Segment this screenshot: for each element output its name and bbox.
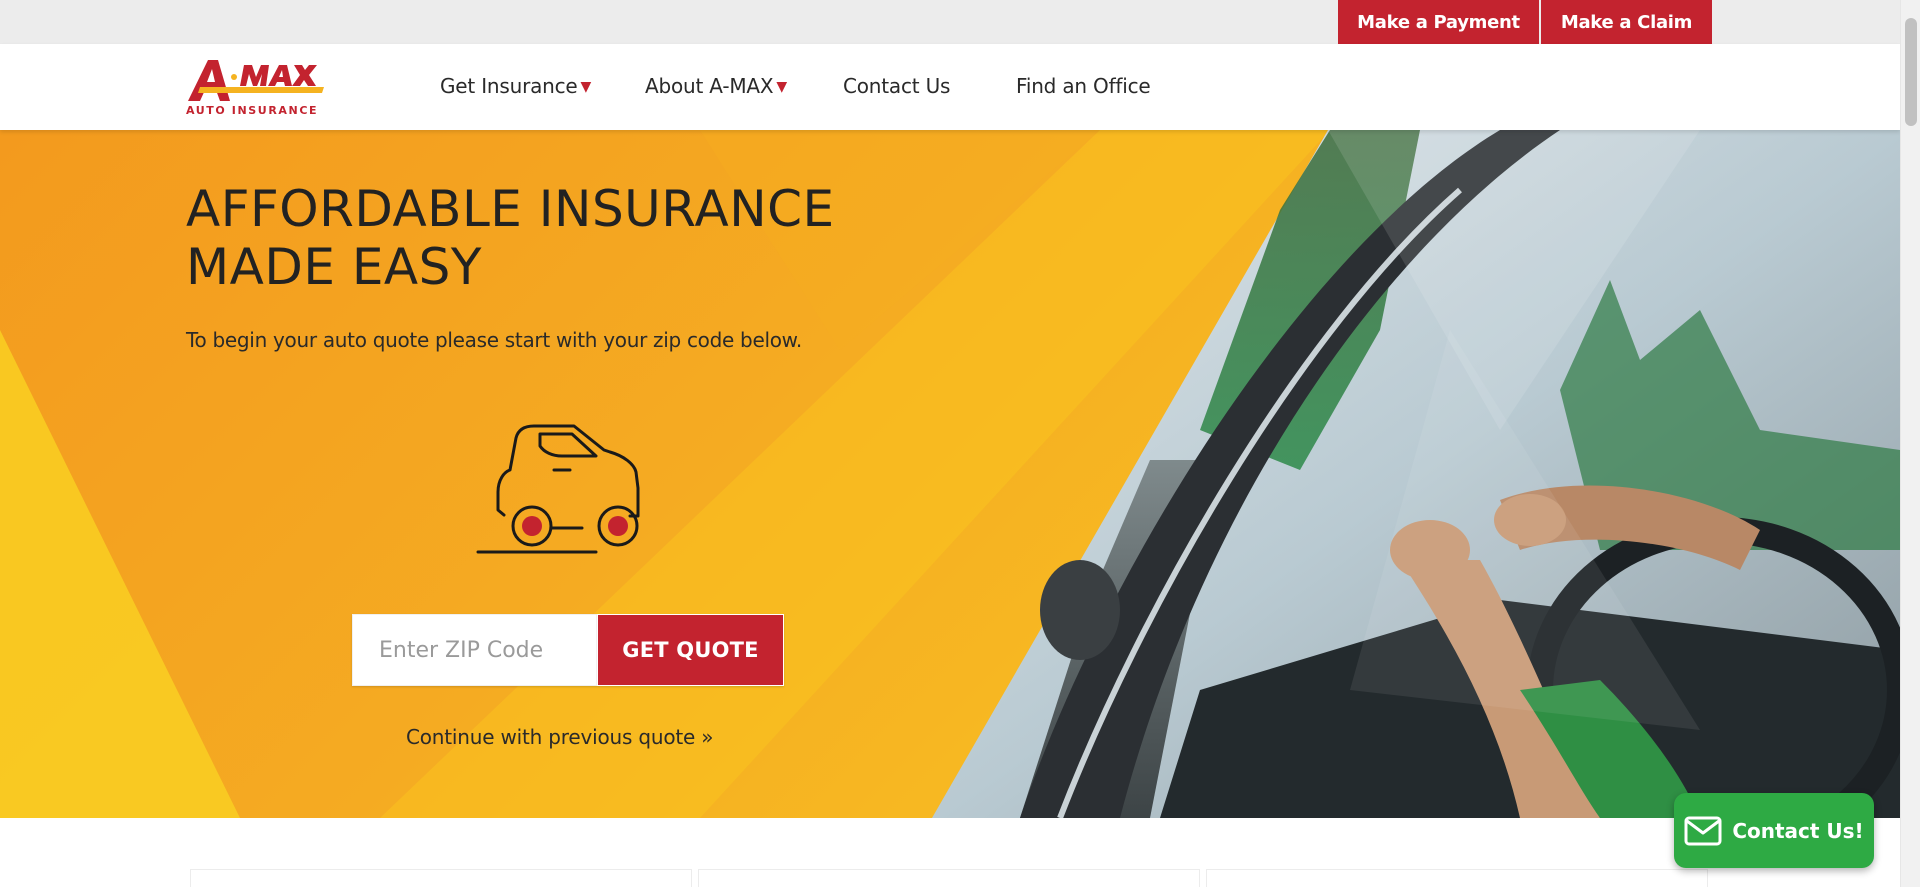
hero-title-line2: MADE EASY bbox=[186, 238, 482, 296]
scrollbar-thumb[interactable] bbox=[1905, 18, 1917, 126]
nav-find-office[interactable]: Find an Office bbox=[1016, 74, 1151, 98]
nav-get-insurance-label: Get Insurance bbox=[440, 74, 578, 98]
hero-title: AFFORDABLE INSURANCE MADE EASY bbox=[186, 180, 835, 296]
amax-logo[interactable]: AUTO INSURANCE bbox=[186, 57, 326, 119]
feature-card bbox=[190, 869, 692, 887]
hero-section: AFFORDABLE INSURANCE MADE EASY To begin … bbox=[0, 130, 1900, 818]
page-scrollbar[interactable] bbox=[1900, 0, 1920, 887]
make-claim-button[interactable]: Make a Claim bbox=[1541, 0, 1712, 44]
feature-card bbox=[1206, 869, 1708, 887]
get-quote-button[interactable]: GET QUOTE bbox=[597, 614, 784, 686]
utility-bar: Make a Payment Make a Claim bbox=[0, 0, 1900, 44]
continue-previous-quote-link[interactable]: Continue with previous quote » bbox=[406, 725, 713, 749]
feature-card bbox=[698, 869, 1200, 887]
caret-down-icon: ▼ bbox=[776, 79, 787, 95]
make-payment-button[interactable]: Make a Payment bbox=[1338, 0, 1539, 44]
contact-us-float-button[interactable]: Contact Us! bbox=[1674, 793, 1874, 868]
hero-title-line1: AFFORDABLE INSURANCE bbox=[186, 180, 835, 238]
zip-quote-form: GET QUOTE bbox=[352, 614, 784, 686]
car-icon bbox=[476, 424, 640, 554]
site-header: AUTO INSURANCE Get Insurance ▼ About A-MA… bbox=[0, 44, 1900, 130]
nav-about-amax-label: About A-MAX bbox=[645, 74, 774, 98]
feature-cards bbox=[0, 818, 1900, 887]
zip-code-input[interactable] bbox=[352, 614, 597, 686]
page: Make a Payment Make a Claim AUTO INSURAN… bbox=[0, 0, 1920, 887]
amax-logo-mark bbox=[188, 60, 324, 101]
nav-about-amax[interactable]: About A-MAX ▼ bbox=[645, 74, 787, 98]
nav-contact-us[interactable]: Contact Us bbox=[843, 74, 950, 98]
envelope-icon bbox=[1684, 816, 1722, 845]
logo-subtext: AUTO INSURANCE bbox=[186, 104, 319, 117]
hero-subtitle: To begin your auto quote please start wi… bbox=[186, 328, 802, 352]
nav-get-insurance[interactable]: Get Insurance ▼ bbox=[440, 74, 591, 98]
contact-us-float-label: Contact Us! bbox=[1732, 818, 1864, 843]
caret-down-icon: ▼ bbox=[580, 79, 592, 95]
